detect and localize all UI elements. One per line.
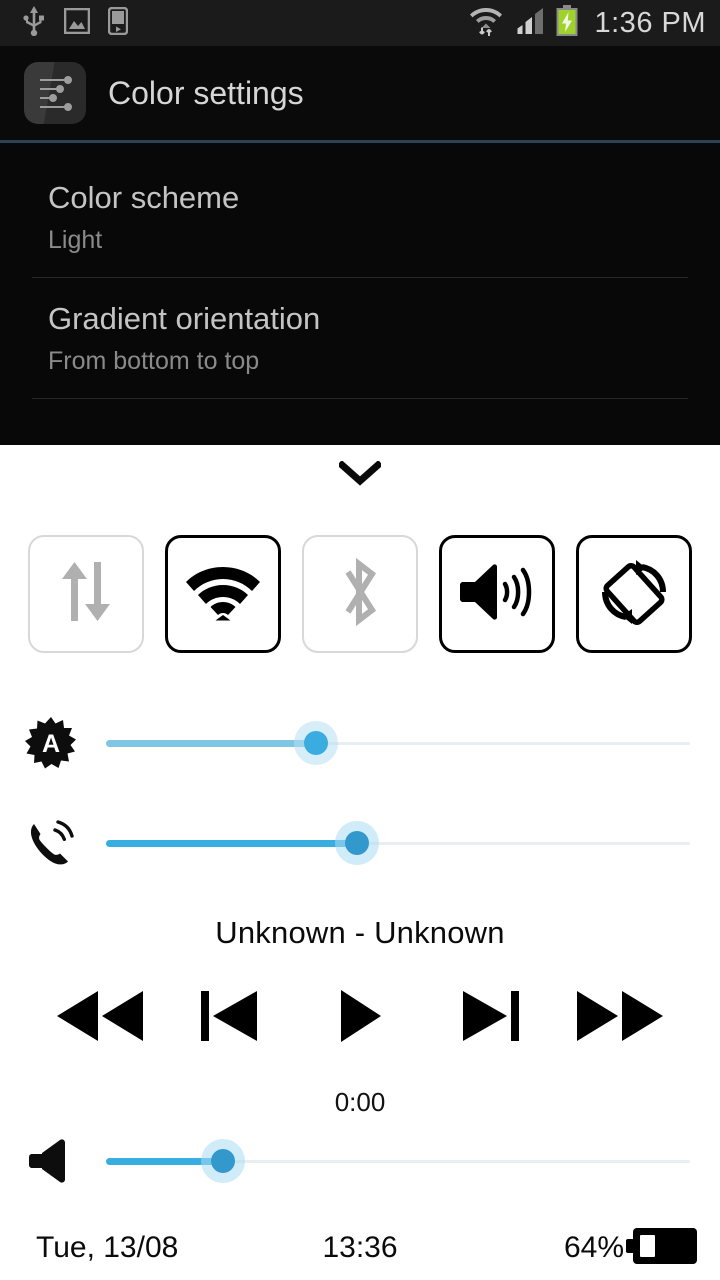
svg-text:A: A xyxy=(42,730,60,758)
toggle-bluetooth[interactable] xyxy=(302,535,418,653)
panel-drag-handle[interactable] xyxy=(0,445,720,507)
media-volume-track[interactable] xyxy=(106,1139,690,1183)
screen-rotate-icon xyxy=(596,554,672,635)
slider-thumb[interactable] xyxy=(304,731,329,755)
play-icon xyxy=(337,987,383,1050)
slider-brightness[interactable]: A xyxy=(0,693,720,793)
battery-percent: 64% xyxy=(563,1231,624,1264)
previous-track-icon xyxy=(199,987,261,1050)
rewind-icon xyxy=(55,987,145,1050)
slider-ringer-volume[interactable] xyxy=(0,793,720,893)
media-track-title: Unknown - Unknown xyxy=(215,915,505,950)
media-previous-button[interactable] xyxy=(182,985,278,1051)
bottom-status-bar: Tue, 13/08 13:36 64% xyxy=(0,1216,720,1280)
track-fill xyxy=(106,839,358,847)
ringer-track[interactable] xyxy=(106,821,690,865)
cellular-signal-icon xyxy=(513,6,545,41)
quick-toggle-row xyxy=(0,507,720,653)
brightness-track[interactable] xyxy=(106,721,690,765)
status-bar-left-icons xyxy=(22,5,129,41)
media-player-icon xyxy=(107,6,129,40)
toggle-sound[interactable] xyxy=(439,535,555,653)
slider-thumb[interactable] xyxy=(210,1149,235,1173)
chevron-down-icon[interactable] xyxy=(337,459,383,492)
track-fill xyxy=(106,739,317,747)
setting-title: Color scheme xyxy=(48,180,240,215)
battery-charging-icon xyxy=(555,4,579,42)
status-bar-clock: 1:36 PM xyxy=(594,6,706,39)
speaker-icon[interactable] xyxy=(22,1136,80,1186)
media-controls xyxy=(0,951,720,1051)
setting-title: Gradient orientation xyxy=(48,300,321,336)
quick-settings-panel: A Unknown - Unknown 0:00 xyxy=(0,445,720,1204)
media-next-button[interactable] xyxy=(442,985,538,1051)
bluetooth-icon xyxy=(334,554,386,635)
data-transfer-icon xyxy=(54,559,118,630)
status-bar: 1:36 PM xyxy=(0,0,720,46)
media-elapsed-time: 0:00 xyxy=(334,1087,386,1117)
setting-divider xyxy=(32,397,688,399)
fast-forward-icon xyxy=(575,987,665,1050)
media-rewind-button[interactable] xyxy=(52,985,148,1051)
page-title: Color settings xyxy=(108,74,304,111)
screenshot-image-icon xyxy=(63,7,91,39)
toggle-auto-rotate[interactable] xyxy=(576,535,692,653)
media-play-button[interactable] xyxy=(312,985,408,1051)
status-bar-right-icons: 1:36 PM xyxy=(469,4,707,42)
setting-item-gradient-orientation[interactable]: Gradient orientation From bottom to top xyxy=(0,278,720,394)
phone-ring-icon[interactable] xyxy=(22,816,80,870)
wifi-icon xyxy=(186,563,260,626)
toggle-wifi[interactable] xyxy=(165,535,281,653)
setting-value: Light xyxy=(48,225,103,254)
phone-screen: 1:36 PM Color settings Color scheme Ligh… xyxy=(0,0,720,1280)
app-title-bar: Color settings xyxy=(0,46,720,140)
slider-thumb[interactable] xyxy=(345,831,370,855)
bottom-battery: 64% xyxy=(564,1224,698,1273)
color-settings-icon xyxy=(24,62,86,124)
setting-value: From bottom to top xyxy=(48,346,260,375)
toggle-mobile-data[interactable] xyxy=(28,535,144,653)
setting-item-color-scheme[interactable]: Color scheme Light xyxy=(0,157,720,273)
wifi-transfer-icon xyxy=(469,5,503,42)
usb-icon xyxy=(22,5,46,41)
battery-icon xyxy=(626,1224,698,1273)
speaker-waves-icon xyxy=(459,560,535,629)
next-track-icon xyxy=(459,987,521,1050)
media-fast-forward-button[interactable] xyxy=(572,985,668,1051)
auto-brightness-icon[interactable]: A xyxy=(22,717,80,769)
slider-media-volume[interactable] xyxy=(0,1118,720,1204)
settings-list: Color scheme Light Gradient orientation … xyxy=(0,145,720,445)
